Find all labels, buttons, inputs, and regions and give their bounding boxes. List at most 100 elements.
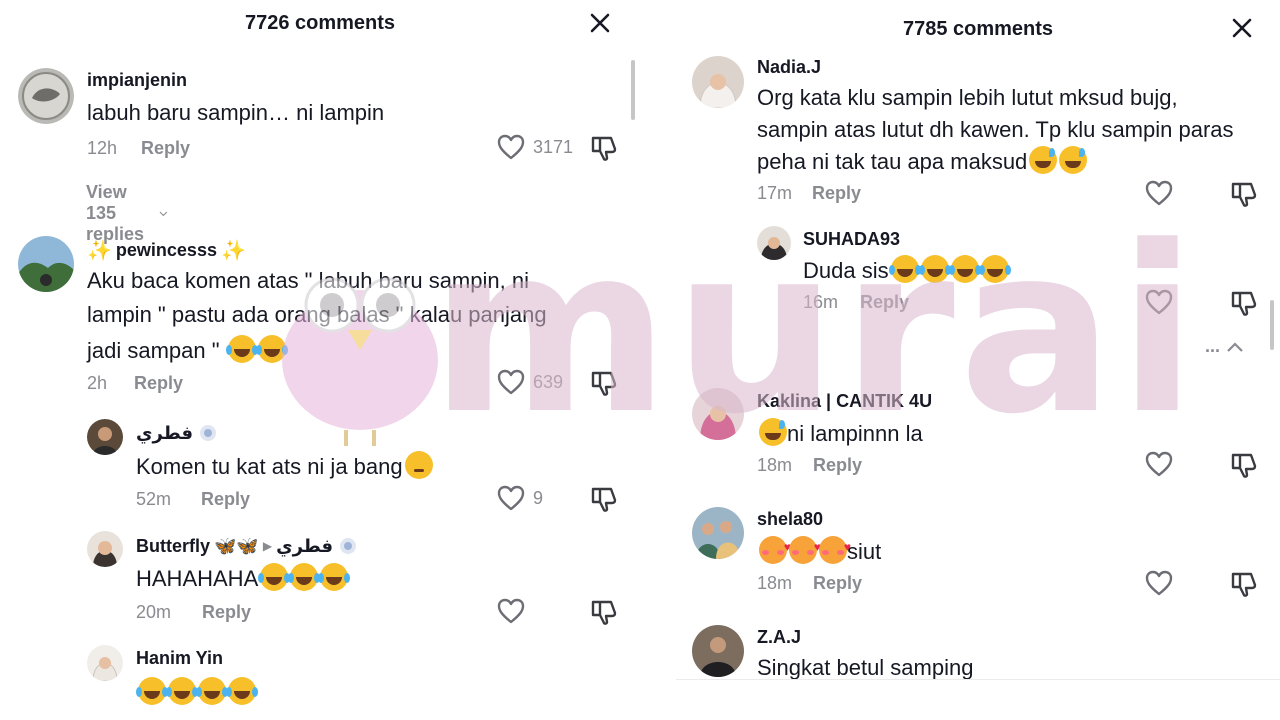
- collapse-replies-button[interactable]: ...: [1205, 336, 1244, 357]
- view-replies-button[interactable]: View 135 replies: [86, 182, 168, 245]
- like-button[interactable]: [1145, 289, 1173, 315]
- thumbs-down-icon: [1231, 182, 1257, 207]
- comment-text-line: sampin atas lutut dh kawen. Tp klu sampi…: [757, 117, 1234, 142]
- close-button[interactable]: [1225, 11, 1259, 45]
- comment-text: [136, 676, 256, 710]
- dislike-button[interactable]: [1230, 570, 1258, 603]
- chevron-up-icon: [1227, 341, 1243, 352]
- username[interactable]: Z.A.J: [757, 627, 801, 648]
- comment-time: 18m: [757, 573, 793, 593]
- avatar[interactable]: [18, 68, 74, 124]
- comments-header: 7726 comments: [0, 0, 640, 46]
- avatar[interactable]: [87, 645, 123, 681]
- laugh-emoji: [918, 255, 949, 283]
- comment-text: Duda sis: [803, 254, 1009, 288]
- username[interactable]: Nadia.J: [757, 57, 821, 78]
- reply-button[interactable]: Reply: [860, 292, 909, 313]
- reply-button[interactable]: Reply: [813, 573, 862, 594]
- reply-button[interactable]: Reply: [201, 489, 250, 510]
- like-count: 9: [533, 487, 544, 508]
- laugh-emoji: [166, 677, 196, 705]
- dislike-button[interactable]: [590, 485, 618, 518]
- reply-button[interactable]: Reply: [134, 373, 183, 394]
- laugh-emoji: [258, 563, 289, 591]
- comment-time: 2h: [87, 373, 108, 393]
- scrollbar[interactable]: [631, 60, 635, 120]
- reply-button[interactable]: Reply: [141, 138, 190, 159]
- laugh-emoji: [136, 677, 166, 705]
- close-button[interactable]: [583, 6, 617, 40]
- chevron-down-icon: [159, 211, 168, 216]
- verified-badge-icon: [200, 425, 217, 441]
- comment-text-line: lampin " pastu ada orang balas " kalau p…: [87, 302, 547, 327]
- avatar[interactable]: [692, 56, 744, 108]
- avatar[interactable]: [692, 625, 744, 677]
- username[interactable]: Hanim Yin: [136, 648, 223, 669]
- like-count: 639: [533, 371, 564, 392]
- laugh-emoji: [288, 563, 319, 591]
- like-button[interactable]: [1145, 180, 1173, 206]
- reply-arrow-icon: ▶: [262, 539, 273, 553]
- sweat-smile-emoji: [1059, 146, 1088, 174]
- heart-outline-icon: [497, 369, 525, 395]
- username[interactable]: shela80: [757, 509, 823, 530]
- like-button[interactable]: [1145, 570, 1173, 596]
- dislike-button[interactable]: [1230, 180, 1258, 213]
- comment-time: 16m: [803, 292, 839, 312]
- thumbs-down-icon: [1231, 291, 1257, 316]
- like-button[interactable]: [497, 598, 525, 624]
- laugh-emoji: [255, 335, 286, 363]
- like-button[interactable]: 3171: [497, 134, 573, 160]
- username[interactable]: Kaklina | CANTIK 4U: [757, 391, 932, 412]
- comment-text-line: peha ni tak tau apa maksud: [757, 145, 1088, 179]
- comments-panel-right: 7785 comments Nadia.J Org kata klu sampi…: [676, 0, 1280, 720]
- like-button[interactable]: 639: [497, 369, 563, 395]
- dislike-button[interactable]: [590, 369, 618, 402]
- dislike-button[interactable]: [590, 598, 618, 631]
- thumbs-down-icon: [591, 600, 617, 625]
- comment-text: labuh baru sampin… ni lampin: [87, 100, 385, 125]
- heart-outline-icon: [1145, 570, 1173, 596]
- avatar[interactable]: [87, 419, 123, 455]
- reply-button[interactable]: Reply: [202, 602, 251, 623]
- reply-button[interactable]: Reply: [813, 455, 862, 476]
- username[interactable]: فطري: [136, 422, 219, 444]
- smiling-hearts-emoji: [759, 530, 791, 564]
- laugh-emoji: [978, 255, 1009, 283]
- scrollbar[interactable]: [1270, 300, 1274, 350]
- laugh-emoji: [888, 255, 919, 283]
- comments-panel-left: 7726 comments impianjenin labuh baru sam…: [0, 0, 640, 720]
- heart-outline-icon: [1145, 180, 1173, 206]
- dislike-button[interactable]: [1230, 289, 1258, 322]
- comment-text: HAHAHAHA: [136, 562, 349, 596]
- username[interactable]: SUHADA93: [803, 229, 900, 250]
- avatar[interactable]: [757, 226, 791, 260]
- avatar[interactable]: [18, 236, 74, 292]
- comments-count-title: 7785 comments: [902, 17, 1054, 40]
- dislike-button[interactable]: [590, 134, 618, 167]
- avatar[interactable]: [692, 507, 744, 559]
- thumbs-down-icon: [1231, 453, 1257, 478]
- username[interactable]: Butterfly 🦋🦋 ▶ فطري: [136, 535, 359, 557]
- dislike-button[interactable]: [1230, 451, 1258, 484]
- username[interactable]: ✨ pewincesss ✨: [87, 238, 246, 263]
- panel-divider: [660, 0, 661, 720]
- laugh-emoji: [948, 255, 979, 283]
- close-icon: [590, 13, 610, 33]
- verified-badge-icon: [340, 538, 357, 554]
- like-button[interactable]: 9: [497, 485, 543, 511]
- heart-outline-icon: [497, 598, 525, 624]
- sparkle-emoji: ✨: [220, 240, 246, 262]
- comments-header: 7785 comments: [676, 6, 1280, 52]
- username[interactable]: impianjenin: [87, 70, 187, 91]
- heart-outline-icon: [497, 134, 525, 160]
- avatar[interactable]: [692, 388, 744, 440]
- laugh-emoji: [225, 335, 256, 363]
- like-button[interactable]: [1145, 451, 1173, 477]
- comment-text: siut: [757, 530, 881, 569]
- close-icon: [1232, 18, 1252, 38]
- butterfly-emoji: 🦋🦋: [214, 535, 259, 556]
- reply-button[interactable]: Reply: [812, 183, 861, 204]
- comment-time: 18m: [757, 455, 793, 475]
- avatar[interactable]: [87, 531, 123, 567]
